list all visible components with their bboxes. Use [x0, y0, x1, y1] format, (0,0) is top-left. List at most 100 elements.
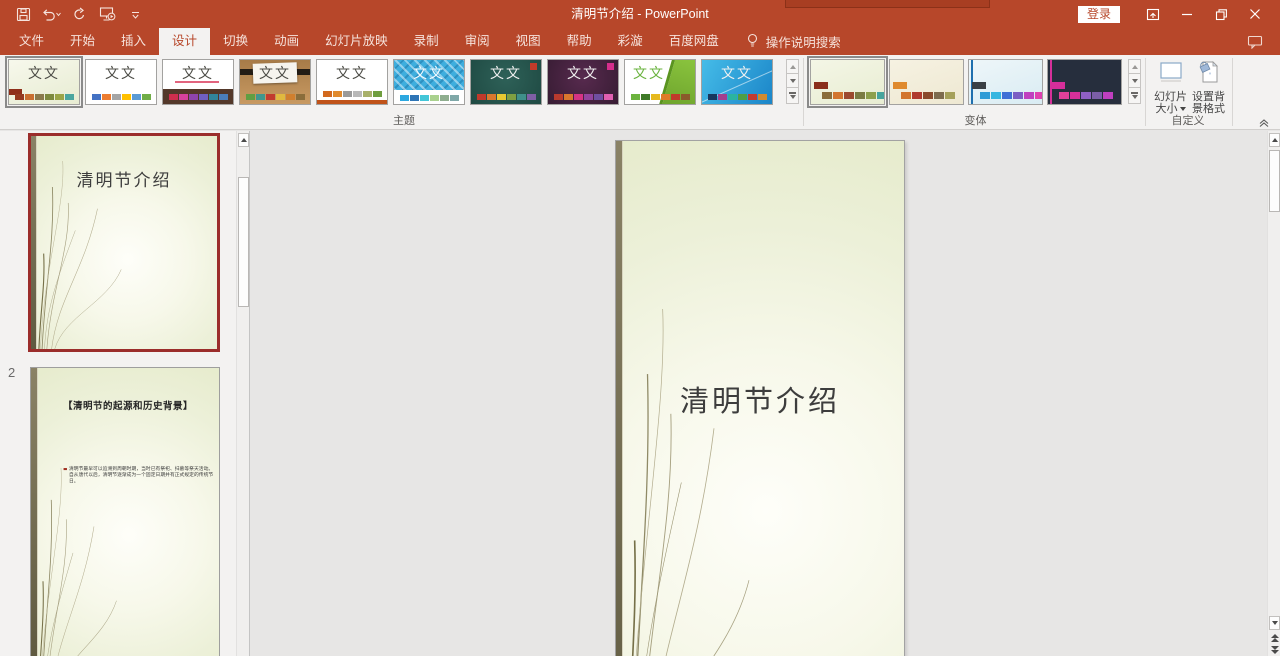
- theme-color-swatches: [1059, 92, 1113, 99]
- bullet-icon: [64, 468, 67, 470]
- slide1-title: 清明节介绍: [31, 166, 217, 191]
- save-icon[interactable]: [12, 3, 34, 25]
- tell-me-search[interactable]: 操作说明搜索: [746, 28, 841, 55]
- slide2-title: 【清明节的起源和历史背景】: [41, 398, 215, 412]
- themes-gallery-scroll: [786, 59, 799, 105]
- lightbulb-icon: [746, 33, 759, 51]
- variant-blue[interactable]: [968, 59, 1043, 105]
- slide-thumbnail-1[interactable]: 清明节介绍: [28, 133, 220, 352]
- main-slide[interactable]: 清明节介绍: [615, 140, 905, 656]
- variant-green[interactable]: [810, 59, 885, 105]
- theme-color-swatches: [477, 94, 536, 100]
- theme-color-swatches: [631, 94, 690, 100]
- variants-scroll-down-icon[interactable]: [1128, 73, 1141, 88]
- theme-office[interactable]: 文文: [85, 59, 157, 105]
- customize-qat-icon[interactable]: [124, 3, 146, 25]
- scrollbar-thumb[interactable]: [1269, 150, 1280, 212]
- tab-file[interactable]: 文件: [6, 28, 57, 55]
- wisp-decoration: [616, 309, 756, 656]
- redo-icon[interactable]: [68, 3, 90, 25]
- theme-banded[interactable]: 文文: [316, 59, 388, 105]
- chevron-down-icon: [1180, 107, 1186, 111]
- variant-cream[interactable]: [889, 59, 964, 105]
- thumbnail-panel-scrollbar[interactable]: [236, 131, 249, 656]
- theme-ion-boardroom[interactable]: 文文: [547, 59, 619, 105]
- themes-scroll-down-icon[interactable]: [786, 73, 799, 88]
- minimize-button[interactable]: [1170, 0, 1204, 28]
- theme-color-swatches: [246, 94, 305, 100]
- theme-wood-pink[interactable]: 文文: [162, 59, 234, 105]
- theme-sample-text: 文文: [86, 63, 156, 83]
- ribbon-display-options-icon[interactable]: [1136, 0, 1170, 28]
- themes-more-icon[interactable]: [786, 87, 799, 104]
- variants-scroll-up-icon[interactable]: [1128, 59, 1141, 74]
- sign-in-button[interactable]: 登录: [1078, 6, 1120, 23]
- quick-access-toolbar: [12, 3, 146, 25]
- scroll-up-icon[interactable]: [238, 133, 249, 147]
- theme-color-swatches: [400, 95, 459, 101]
- scroll-up-icon[interactable]: [1269, 133, 1280, 147]
- theme-color-swatches: [92, 94, 151, 100]
- variants-group-label: 变体: [810, 112, 1141, 128]
- theme-organic[interactable]: 文文: [239, 59, 311, 105]
- variants-gallery-scroll: [1128, 59, 1141, 105]
- theme-ion[interactable]: 文文: [470, 59, 542, 105]
- tab-transitions[interactable]: 切换: [210, 28, 261, 55]
- ribbon-tabs: 文件开始插入设计切换动画幻灯片放映录制审阅视图帮助彩漩百度网盘: [6, 28, 732, 55]
- theme-preview: 文文: [548, 60, 618, 104]
- variant-preview: [811, 60, 884, 104]
- next-slide-icon[interactable]: [1269, 644, 1280, 655]
- theme-sample-text: 文文: [625, 63, 695, 83]
- theme-facet[interactable]: 文文: [624, 59, 696, 105]
- theme-wisp[interactable]: 文文: [8, 59, 80, 105]
- variants-more-icon[interactable]: [1128, 87, 1141, 104]
- tab-insert[interactable]: 插入: [108, 28, 159, 55]
- theme-preview: 文文: [471, 60, 541, 104]
- previous-slide-icon[interactable]: [1269, 632, 1280, 643]
- theme-preview: 文文: [163, 60, 233, 104]
- slide-thumbnail-2[interactable]: 【清明节的起源和历史背景】 清明节最早可以追溯到周朝时期，当时已有祭祀、扫墓等祭…: [30, 367, 220, 656]
- close-button[interactable]: [1238, 0, 1272, 28]
- theme-sample-text: 文文: [471, 63, 541, 83]
- undo-icon[interactable]: [40, 3, 62, 25]
- scroll-down-icon[interactable]: [1269, 616, 1280, 630]
- slide2-number: 2: [8, 365, 15, 380]
- format-background-label-line1: 设置背: [1192, 91, 1225, 103]
- tab-help[interactable]: 帮助: [554, 28, 605, 55]
- comments-icon[interactable]: [1240, 28, 1270, 55]
- theme-color-swatches: [323, 91, 382, 97]
- theme-preview: 文文: [394, 60, 464, 104]
- start-slideshow-icon[interactable]: [96, 3, 118, 25]
- scrollbar-thumb[interactable]: [238, 177, 249, 307]
- search-label: 操作说明搜索: [766, 32, 841, 51]
- group-separator: [803, 58, 804, 126]
- theme-preview: 文文: [9, 60, 79, 104]
- tab-baidu-netdisk[interactable]: 百度网盘: [656, 28, 732, 55]
- slide-canvas: 清明节介绍: [250, 131, 1267, 656]
- main-scrollbar[interactable]: [1267, 131, 1280, 656]
- theme-slice[interactable]: 文文: [701, 59, 773, 105]
- tab-home[interactable]: 开始: [57, 28, 108, 55]
- restore-button[interactable]: [1204, 0, 1238, 28]
- tab-review[interactable]: 审阅: [452, 28, 503, 55]
- tab-caixuan[interactable]: 彩漩: [605, 28, 656, 55]
- slide-thumbnail-panel: 清明节介绍 2 【清明节的起源和历史背景】 清明节最早可以追溯到周朝时期，当时已…: [0, 131, 250, 656]
- collapse-ribbon-icon[interactable]: [1256, 117, 1272, 129]
- slide-size-label-line1: 幻灯片: [1154, 91, 1187, 103]
- theme-integral[interactable]: 文文: [393, 59, 465, 105]
- main-slide-title[interactable]: 清明节介绍: [616, 378, 904, 420]
- slide2-body-text: 清明节最早可以追溯到周朝时期，当时已有祭祀、扫墓等祭天活动。自从唐代以后，清明节…: [69, 467, 213, 484]
- tab-view[interactable]: 视图: [503, 28, 554, 55]
- workspace: 清明节介绍 2 【清明节的起源和历史背景】 清明节最早可以追溯到周朝时期，当时已…: [0, 131, 1280, 656]
- tab-record[interactable]: 录制: [401, 28, 452, 55]
- tab-design[interactable]: 设计: [159, 28, 210, 55]
- variant-dark[interactable]: [1047, 59, 1122, 105]
- slide-size-icon: [1157, 60, 1185, 89]
- customize-group-label: 自定义: [1150, 112, 1226, 128]
- theme-preview: 文文: [240, 60, 310, 104]
- themes-scroll-up-icon[interactable]: [786, 59, 799, 74]
- tab-animations[interactable]: 动画: [261, 28, 312, 55]
- theme-color-swatches: [822, 92, 884, 99]
- tab-slide-show[interactable]: 幻灯片放映: [312, 28, 401, 55]
- theme-sample-text: 文文: [163, 63, 233, 83]
